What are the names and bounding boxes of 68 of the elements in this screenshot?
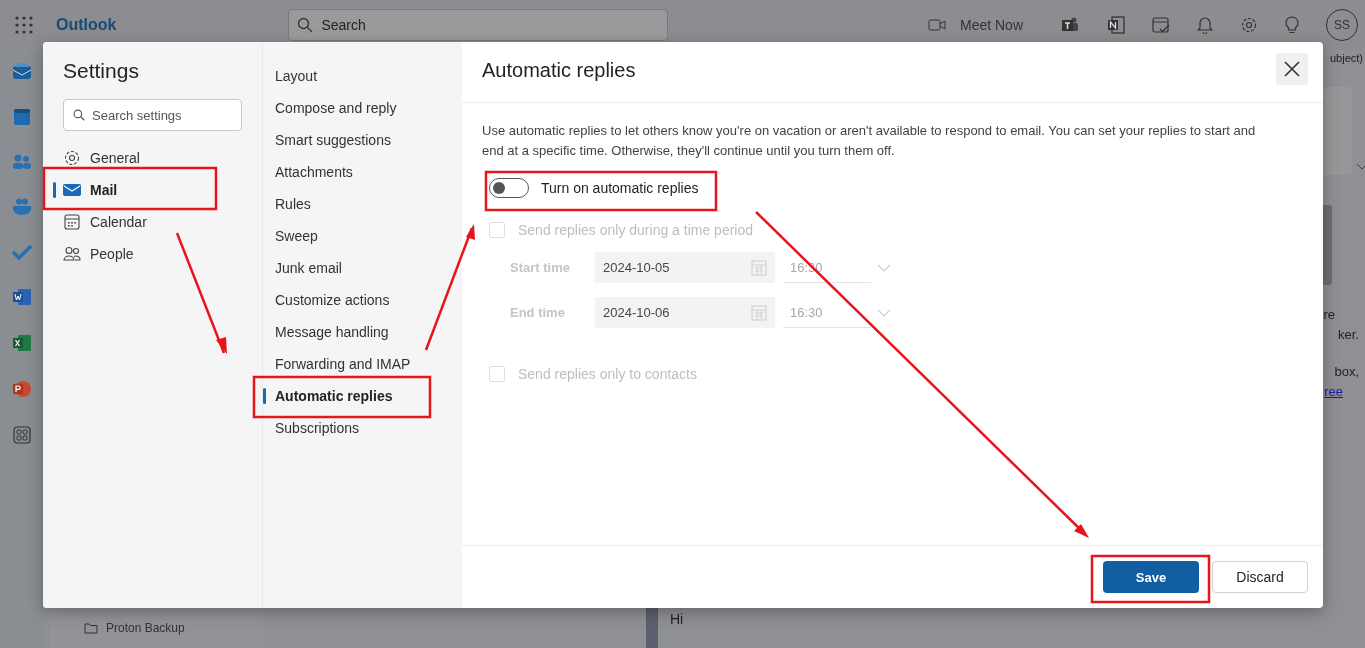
chevron-down-icon — [877, 263, 891, 272]
checkbox-label: Send replies only during a time period — [518, 222, 754, 238]
chevron-down-icon — [877, 308, 891, 317]
dialog-title: Settings — [63, 59, 140, 83]
toggle-label: Turn on automatic replies — [541, 180, 699, 196]
settings-category[interactable]: People — [53, 238, 242, 270]
settings-category[interactable]: Mail — [53, 174, 242, 206]
discard-button[interactable]: Discard — [1212, 561, 1308, 593]
gear-icon — [63, 149, 81, 167]
app-launcher-icon[interactable] — [15, 16, 33, 34]
toggle-switch[interactable] — [489, 178, 529, 198]
settings-subcategory[interactable]: Junk email — [263, 252, 432, 284]
time-label: End time — [510, 305, 566, 320]
notebook-icon[interactable] — [1107, 16, 1125, 34]
folder-item[interactable]: Proton Backup — [84, 621, 263, 635]
meet-now-button[interactable]: Meet Now — [927, 17, 1023, 33]
save-button[interactable]: Save — [1103, 561, 1199, 593]
body-text: box, — [1334, 364, 1359, 379]
settings-icon[interactable] — [1240, 16, 1258, 34]
body-text: ker. — [1338, 327, 1359, 342]
settings-subcategory[interactable]: Customize actions — [263, 284, 432, 316]
settings-category[interactable]: General — [53, 142, 242, 174]
settings-subcategory[interactable]: Rules — [263, 188, 432, 220]
settings-subcategory[interactable]: Layout — [263, 60, 432, 92]
panel-title: Automatic replies — [482, 58, 636, 83]
search-icon — [73, 109, 85, 121]
settings-category[interactable]: Calendar — [53, 206, 242, 238]
settings-subcategory[interactable]: Attachments — [263, 156, 432, 188]
calendar-icon — [751, 304, 767, 321]
calendar-icon — [63, 214, 81, 230]
teams-icon[interactable] — [1060, 16, 1080, 34]
word-app-icon[interactable] — [11, 288, 32, 306]
video-camera-icon — [927, 19, 946, 31]
settings-subcategory[interactable]: Subscriptions — [263, 412, 432, 444]
message-text: Hi — [670, 611, 684, 627]
more-apps-icon[interactable] — [12, 426, 31, 444]
settings-subcategory[interactable]: Compose and reply — [263, 92, 432, 124]
description-text: Use automatic replies to let others know you're on vacation or aren't available to respond to email. You can set your replies to start and end at a specific time. Otherwise, they'll continue until you turn them off. — [482, 122, 1257, 160]
chevron-down-icon[interactable] — [1356, 163, 1365, 171]
close-icon — [1284, 61, 1300, 77]
search-field[interactable]: Search — [288, 9, 669, 41]
subject-text: ubject) — [1329, 52, 1363, 64]
lightbulb-icon[interactable] — [1285, 16, 1299, 34]
time-label: Start time — [510, 260, 571, 275]
excel-app-icon[interactable] — [11, 334, 32, 352]
people-icon — [63, 246, 81, 262]
powerpoint-app-icon[interactable] — [11, 380, 32, 398]
envelope-icon — [63, 183, 81, 197]
message-scrollbar — [646, 608, 658, 648]
calendar-app-icon[interactable] — [12, 108, 31, 126]
settings-subcategory[interactable]: Forwarding and IMAP — [263, 348, 432, 380]
folder-icon — [84, 622, 98, 634]
mail-app-icon[interactable] — [11, 62, 32, 80]
date-field[interactable]: 2024-10-05 — [595, 252, 775, 283]
search-icon — [297, 17, 314, 33]
close-button[interactable] — [1276, 53, 1308, 85]
settings-subcategory[interactable]: Smart suggestions — [263, 124, 432, 156]
settings-subcategory[interactable]: Message handling — [263, 316, 432, 348]
calendar-check-icon[interactable] — [1152, 16, 1170, 34]
checkmark-icon[interactable] — [11, 244, 32, 260]
calendar-icon — [751, 259, 767, 276]
date-field[interactable]: 2024-10-06 — [595, 297, 775, 328]
search-settings-field[interactable]: Search settings — [63, 99, 242, 131]
notifications-icon[interactable] — [1197, 16, 1213, 34]
settings-subcategory[interactable]: Automatic replies — [263, 380, 432, 412]
settings-subcategory[interactable]: Sweep — [263, 220, 432, 252]
checkbox-label: Send replies only to contacts — [518, 366, 697, 382]
body-text: re — [1323, 307, 1335, 322]
